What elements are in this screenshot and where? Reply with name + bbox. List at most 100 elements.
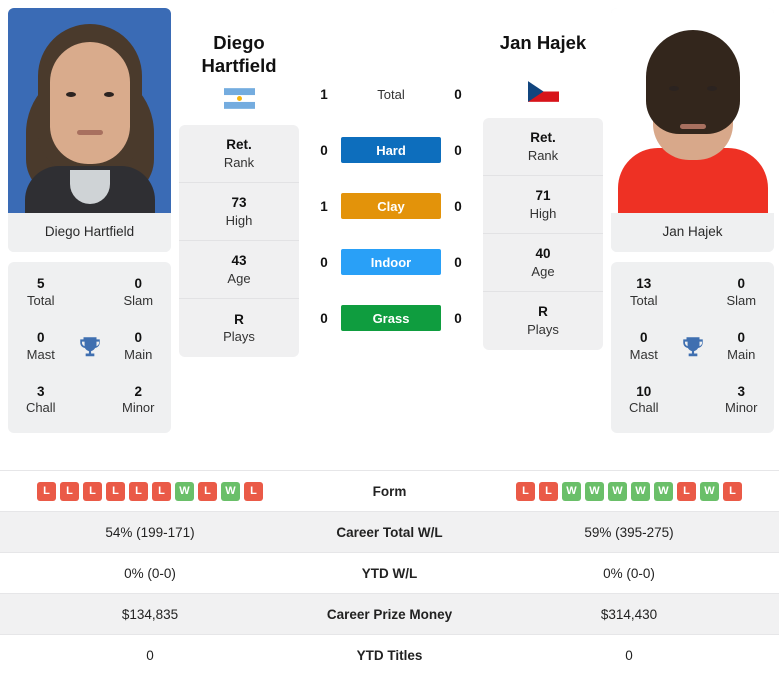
left-titles-main: 0 Main xyxy=(112,330,166,364)
left-player-photo xyxy=(8,8,171,213)
left-player-info-column: Diego Hartfield Ret. Rank 73 High 43 Age… xyxy=(179,8,299,358)
right-form-badge: W xyxy=(700,481,719,501)
right-titles-main-label: Main xyxy=(727,346,756,362)
flag-argentina-icon xyxy=(223,88,255,109)
row-label-career-prize-money: Career Prize Money xyxy=(300,593,479,635)
right-titles-minor-value: 3 xyxy=(737,383,745,399)
right-form-badge: W xyxy=(654,481,673,501)
right-titles-total-value: 13 xyxy=(636,276,652,291)
h2h-hard-right-value: 0 xyxy=(454,142,462,158)
left-form-cell: LLLLLLWLWL xyxy=(0,470,300,512)
h2h-hard-label[interactable]: Hard xyxy=(341,137,441,163)
left-info-plays-label: Plays xyxy=(223,329,255,345)
left-player-name[interactable]: Diego Hartfield xyxy=(179,8,299,77)
h2h-row-hard: 0 Hard 0 xyxy=(307,122,475,178)
table-row-career-prize-money: $134,835 Career Prize Money $314,430 xyxy=(0,593,779,635)
right-form-badge: W xyxy=(608,481,627,501)
left-titles-chall: 3 Chall xyxy=(14,384,68,418)
left-info-age-value: 43 xyxy=(231,253,247,269)
left-titles-mast: 0 Mast xyxy=(14,330,68,364)
left-player-last-name: Hartfield xyxy=(201,54,277,76)
left-info-rank-label: Rank xyxy=(223,154,255,170)
right-titles-mast: 0 Mast xyxy=(617,330,671,364)
h2h-indoor-right-value: 0 xyxy=(454,254,462,270)
right-form-badge: L xyxy=(723,481,742,501)
right-player-name[interactable]: Jan Hajek xyxy=(483,8,603,70)
left-form-badge: L xyxy=(198,481,217,501)
left-titles-slam-label: Slam xyxy=(123,292,154,308)
left-titles-mast-value: 0 xyxy=(36,329,45,345)
right-form-badge: W xyxy=(562,481,581,501)
left-titles-total: 5 Total xyxy=(14,276,68,310)
left-titles-total-label: Total xyxy=(27,292,55,308)
right-info-high: 71 High xyxy=(483,176,603,234)
head-to-head-column: 1 Total 0 0 Hard 0 1 Clay 0 0 Indoor 0 0… xyxy=(307,8,475,346)
left-player-photo-card[interactable]: Diego Hartfield xyxy=(8,8,171,252)
left-info-high: 73 High xyxy=(179,183,299,242)
left-trophy-icon-cell xyxy=(68,334,112,360)
right-titles-chall: 10 Chall xyxy=(617,384,671,418)
left-titles-main-value: 0 xyxy=(134,329,142,345)
right-titles-main: 0 Main xyxy=(715,330,769,364)
left-player-column: Diego Hartfield 5 Total 0 Slam 0 Mast 0 … xyxy=(8,8,171,434)
left-titles-minor-label: Minor xyxy=(121,400,155,416)
h2h-clay-label[interactable]: Clay xyxy=(341,193,441,219)
right-info-rank-label: Rank xyxy=(527,147,559,163)
right-titles-slam-label: Slam xyxy=(726,292,757,308)
row-label-ytd-wl: YTD W/L xyxy=(300,552,479,594)
left-form-badge: L xyxy=(106,481,125,501)
right-trophy-icon-cell xyxy=(671,334,715,360)
right-form-badge: L xyxy=(677,481,696,501)
h2h-grass-label[interactable]: Grass xyxy=(341,305,441,331)
comparison-stats-table: LLLLLLWLWL Form LLWWWWWLWL 54% (199-171)… xyxy=(0,470,779,676)
right-form-cell: LLWWWWWLWL xyxy=(479,470,779,512)
left-player-flag-wrap xyxy=(179,77,299,125)
left-titles-slam: 0 Slam xyxy=(112,276,166,310)
right-career-prize-money: $314,430 xyxy=(479,593,779,635)
left-form-badge: L xyxy=(152,481,171,501)
right-info-high-label: High xyxy=(529,205,557,221)
right-info-age: 40 Age xyxy=(483,234,603,292)
left-titles-minor-value: 2 xyxy=(134,383,142,399)
left-player-photo-caption: Diego Hartfield xyxy=(8,213,171,252)
flag-czech-republic-icon xyxy=(527,81,559,102)
right-form-badge: W xyxy=(631,481,650,501)
row-label-ytd-titles: YTD Titles xyxy=(300,634,479,676)
right-ytd-titles: 0 xyxy=(479,634,779,676)
left-player-info-card: Ret. Rank 73 High 43 Age R Plays xyxy=(179,125,299,358)
h2h-grass-right-value: 0 xyxy=(454,310,462,326)
right-player-full-name: Jan Hajek xyxy=(499,32,587,53)
right-info-rank: Ret. Rank xyxy=(483,118,603,176)
h2h-row-indoor: 0 Indoor 0 xyxy=(307,234,475,290)
right-titles-slam: 0 Slam xyxy=(715,276,769,310)
right-titles-chall-label: Chall xyxy=(628,400,659,416)
left-info-age: 43 Age xyxy=(179,241,299,300)
right-titles-total: 13 Total xyxy=(617,276,671,310)
h2h-indoor-label[interactable]: Indoor xyxy=(341,249,441,275)
left-career-total-wl: 54% (199-171) xyxy=(0,511,300,553)
left-info-age-label: Age xyxy=(227,270,251,286)
left-titles-slam-value: 0 xyxy=(134,276,142,291)
h2h-total-left-value: 1 xyxy=(320,86,328,102)
right-titles-mast-label: Mast xyxy=(629,346,658,362)
right-titles-minor-label: Minor xyxy=(724,400,758,416)
left-form-badge: L xyxy=(129,481,148,501)
left-info-plays: R Plays xyxy=(179,299,299,357)
left-titles-chall-value: 3 xyxy=(36,383,45,399)
right-form-badge: W xyxy=(585,481,604,501)
right-form-badges: LLWWWWWLWL xyxy=(479,481,779,501)
right-info-plays-label: Plays xyxy=(527,322,559,337)
left-titles-minor: 2 Minor xyxy=(112,384,166,418)
right-info-age-label: Age xyxy=(531,263,555,279)
right-info-plays: R Plays xyxy=(483,292,603,350)
right-info-plays-value: R xyxy=(538,304,548,320)
left-form-badge: L xyxy=(37,481,56,501)
h2h-indoor-left-value: 0 xyxy=(320,254,328,270)
left-ytd-wl: 0% (0-0) xyxy=(0,552,300,594)
left-info-high-value: 73 xyxy=(231,195,247,211)
left-info-high-label: High xyxy=(225,212,253,228)
right-player-photo-card[interactable]: Jan Hajek xyxy=(611,8,774,252)
right-player-info-card: Ret. Rank 71 High 40 Age R Plays xyxy=(483,118,603,350)
table-row-form: LLLLLLWLWL Form LLWWWWWLWL xyxy=(0,470,779,512)
table-row-ytd-titles: 0 YTD Titles 0 xyxy=(0,634,779,676)
